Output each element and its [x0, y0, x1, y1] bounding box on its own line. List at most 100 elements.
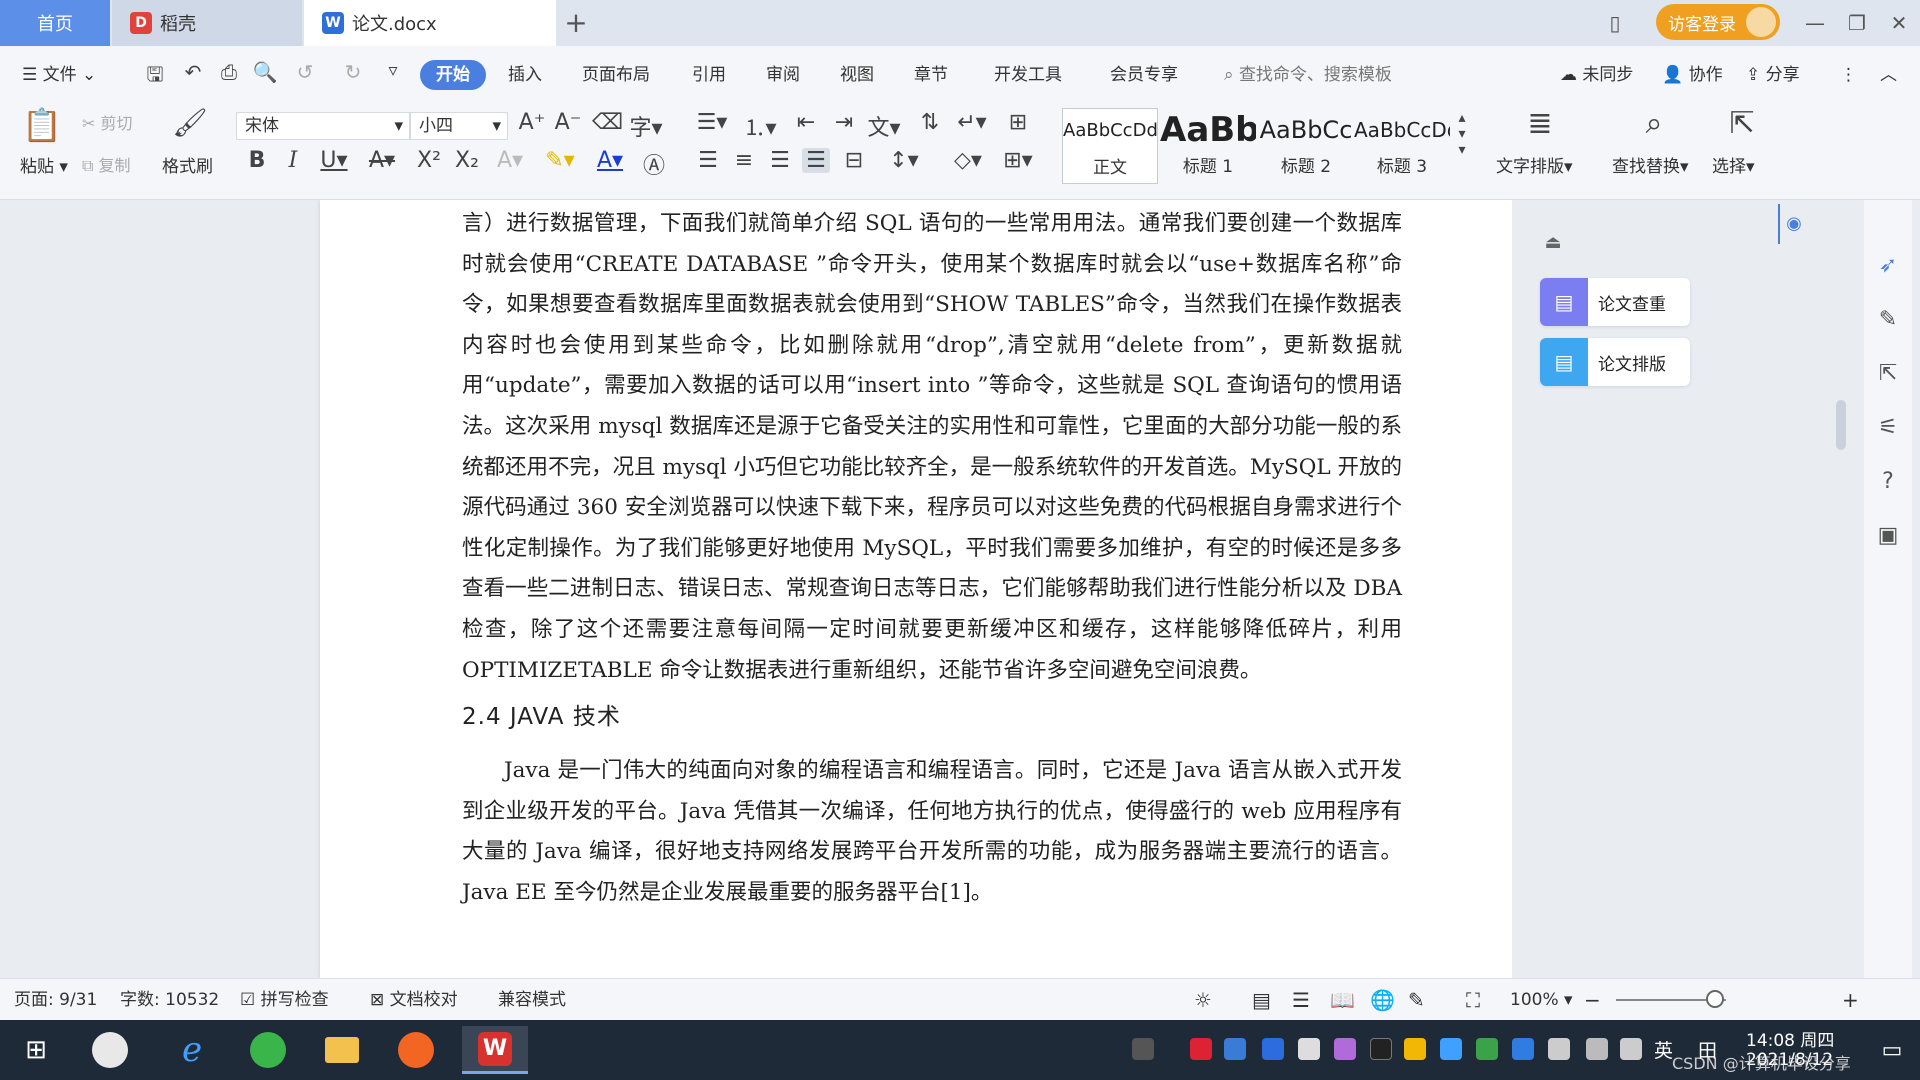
align-center-icon[interactable]: ≡ [730, 148, 758, 173]
sort-icon[interactable]: ⇅ [916, 110, 944, 135]
pen-icon[interactable]: ✎ [1872, 304, 1904, 336]
character-border-icon[interactable]: Ⓐ [640, 148, 668, 180]
layout-switch-icon[interactable]: ▯ [1600, 8, 1630, 38]
line-spacing-icon[interactable]: ↕▾ [886, 148, 922, 173]
find-replace-button[interactable]: 查找替换▾ [1612, 152, 1689, 177]
copy-button[interactable]: ⧉ 复制 [82, 152, 131, 176]
sync-status-button[interactable]: ☁ 未同步 [1560, 60, 1633, 90]
section-heading[interactable]: 2.4 JAVA 技术 [462, 695, 1402, 739]
chinese-layout-icon[interactable]: 文▾ [866, 110, 902, 142]
zoom-in-icon[interactable]: + [1842, 989, 1859, 1011]
menu-page-layout[interactable]: 页面布局 [582, 60, 650, 90]
cloud-save-icon[interactable]: ↶ [180, 60, 206, 84]
more-options-icon[interactable]: ⋮ [1840, 60, 1857, 90]
format-painter-button[interactable]: 格式刷 [162, 152, 213, 177]
strikethrough-icon[interactable]: A▾ [364, 148, 400, 173]
tray-app-cyan-icon[interactable] [1440, 1038, 1462, 1060]
close-icon[interactable]: ✕ [1884, 8, 1914, 38]
font-size-select[interactable]: 小四 ▾ [410, 112, 508, 140]
paste-icon[interactable]: 📋 [22, 106, 62, 144]
tab-daoke[interactable]: D 稻壳 [112, 0, 302, 46]
format-painter-icon[interactable]: 🖌 [170, 106, 210, 139]
phonetic-guide-icon[interactable]: 字▾ [628, 110, 664, 142]
clock-time[interactable]: 14:08 周四 [1746, 1026, 1834, 1051]
print-preview-icon[interactable]: 🔍 [252, 60, 278, 84]
qq-icon[interactable] [1370, 1038, 1392, 1060]
cursor-icon[interactable]: ⇱ [1872, 358, 1904, 390]
font-name-select[interactable]: 宋体 ▾ [236, 112, 410, 140]
tray-app-purple-icon[interactable] [1334, 1038, 1356, 1060]
new-tab-plus-icon[interactable]: + [560, 8, 592, 38]
ime-language-indicator[interactable]: 英 [1654, 1036, 1673, 1063]
fit-page-icon[interactable]: ⛶ [1466, 989, 1480, 1011]
style-heading-3[interactable]: AaBbCcDd 标题 3 [1354, 108, 1450, 184]
align-right-icon[interactable]: ☰ [766, 148, 794, 173]
table-tools-icon[interactable]: ⊞ [1002, 110, 1034, 135]
style-heading-2[interactable]: AaBbCc 标题 2 [1258, 108, 1354, 184]
tray-app-red-icon[interactable] [1190, 1038, 1212, 1060]
zoom-level-select[interactable]: 100% ▾ [1510, 989, 1573, 1011]
redo-icon[interactable]: ↻ [340, 60, 366, 84]
rocket-icon[interactable]: ➶ [1872, 250, 1904, 282]
style-heading-1[interactable]: AaBb 标题 1 [1160, 108, 1256, 184]
wifi-icon[interactable] [1586, 1038, 1608, 1060]
web-view-icon[interactable]: 🌐 [1370, 989, 1395, 1011]
visitor-login-button[interactable]: 访客登录 [1656, 4, 1780, 40]
quick-access-dropdown-icon[interactable]: ▿ [380, 60, 406, 81]
increase-indent-icon[interactable]: ⇥ [830, 110, 858, 135]
adjust-sliders-icon[interactable]: ⚟ [1872, 412, 1904, 444]
volume-icon[interactable] [1620, 1038, 1642, 1060]
vertical-scrollbar[interactable] [1832, 200, 1850, 970]
document-page[interactable]: 言）进行数据管理，下面我们就简单介绍 SQL 语句的一些常用用法。通常我们要创建… [320, 200, 1512, 978]
text-layout-icon[interactable]: ≣ [1520, 106, 1560, 141]
borders-icon[interactable]: ⊞▾ [1000, 148, 1036, 173]
nvidia-icon[interactable] [1476, 1038, 1498, 1060]
tray-app-yellow-icon[interactable] [1404, 1038, 1426, 1060]
battery-icon[interactable] [1548, 1038, 1570, 1060]
style-gallery-scroll-icon[interactable]: ▴ ▾ ▾ [1452, 110, 1472, 158]
cut-button[interactable]: ✂ 剪切 [82, 110, 133, 134]
page-view-icon[interactable]: ▤ [1252, 989, 1271, 1011]
menu-view[interactable]: 视图 [840, 60, 874, 90]
bluetooth-icon[interactable] [1512, 1038, 1534, 1060]
tab-document[interactable]: W 论文.docx [304, 0, 556, 46]
collapse-panel-icon[interactable]: ⏏ [1538, 228, 1568, 258]
thesis-check-button[interactable]: ▤ 论文查重 [1540, 278, 1690, 326]
numbered-list-icon[interactable]: ⒈▾ [742, 110, 778, 142]
minimize-icon[interactable]: — [1800, 8, 1830, 38]
eye-protect-icon[interactable]: ☼ [1194, 989, 1212, 1011]
tray-app-blue-icon[interactable] [1224, 1038, 1246, 1060]
file-menu[interactable]: ☰ 文件 ⌄ [22, 60, 96, 90]
write-view-icon[interactable]: ✎ [1408, 989, 1425, 1011]
windows-start-icon[interactable]: ⊞ [8, 1026, 64, 1074]
app-pinwheel-icon[interactable] [82, 1026, 138, 1074]
bold-icon[interactable]: B [244, 148, 270, 173]
shield-icon[interactable] [1262, 1038, 1284, 1060]
paragraph-java[interactable]: Java 是一门伟大的纯面向对象的编程语言和编程语言。同时，它还是 Java 语… [462, 751, 1402, 913]
outline-view-icon[interactable]: ☰ [1292, 989, 1310, 1011]
zoom-out-icon[interactable]: − [1584, 989, 1601, 1011]
collaborate-button[interactable]: 👤 协作 [1662, 60, 1723, 90]
undo-icon[interactable]: ↺ [292, 60, 318, 84]
file-explorer-icon[interactable] [314, 1026, 370, 1074]
page-indicator[interactable]: 页面: 9/31 [14, 989, 97, 1011]
subscript-icon[interactable]: X₂ [452, 148, 482, 173]
spell-check-button[interactable]: ☑ 拼写检查 [240, 989, 329, 1011]
style-normal[interactable]: AaBbCcDd 正文 [1062, 108, 1158, 184]
clear-format-icon[interactable]: ⌫ [592, 110, 623, 135]
wps-writer-taskbar-icon[interactable]: W [462, 1026, 528, 1074]
bullet-list-icon[interactable]: ☰▾ [694, 110, 730, 135]
decrease-indent-icon[interactable]: ⇤ [792, 110, 820, 135]
location-pin-icon[interactable]: ◉ [1778, 204, 1808, 244]
app-orange-icon[interactable] [388, 1026, 444, 1074]
read-view-icon[interactable]: 📖 [1330, 989, 1355, 1011]
bell-icon[interactable] [1298, 1038, 1320, 1060]
image-tool-icon[interactable]: ▣ [1872, 520, 1904, 552]
restore-icon[interactable]: ❐ [1842, 8, 1872, 38]
zoom-slider-handle[interactable] [1706, 990, 1724, 1008]
word-count[interactable]: 字数: 10532 [120, 989, 219, 1011]
command-search[interactable]: ⌕ 查找命令、搜索模板 [1224, 60, 1392, 90]
help-icon[interactable]: ? [1872, 466, 1904, 498]
menu-start[interactable]: 开始 [420, 60, 486, 90]
doc-proofread-button[interactable]: ⊠ 文档校对 [370, 989, 458, 1011]
